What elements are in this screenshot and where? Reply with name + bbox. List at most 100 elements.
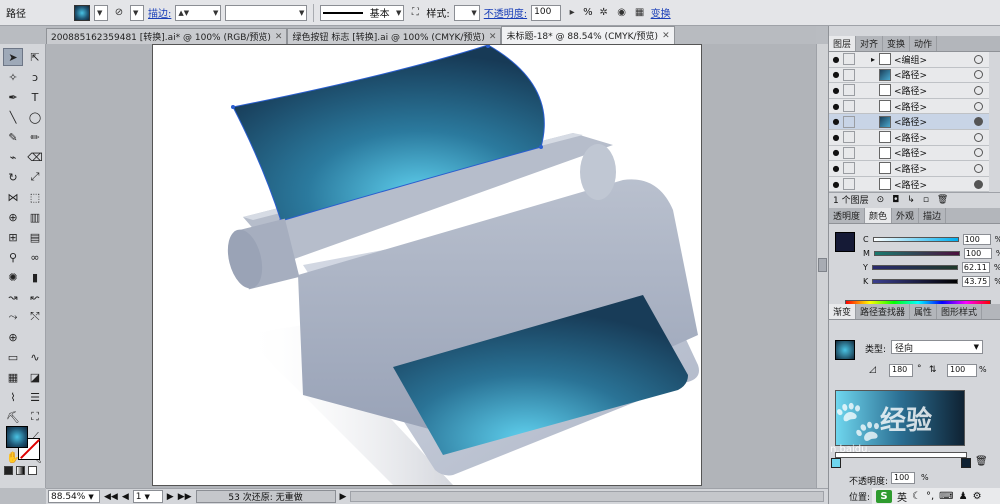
target-icon[interactable] bbox=[974, 163, 983, 173]
ime-logo[interactable]: S bbox=[876, 489, 892, 503]
artboard[interactable] bbox=[152, 44, 702, 486]
tab-document-3[interactable]: 未标题-18* @ 88.54% (CMYK/预览) ✕ bbox=[501, 26, 675, 44]
type-tool-icon[interactable]: T bbox=[25, 88, 45, 106]
stroke-dropdown[interactable]: ▼ bbox=[130, 4, 144, 21]
tab-align[interactable]: 对齐 bbox=[856, 36, 884, 51]
angle-input[interactable]: 180 bbox=[889, 364, 913, 377]
brush-profile-dropdown[interactable]: 基本 ▼ bbox=[320, 4, 405, 21]
vertical-scrollbar[interactable] bbox=[816, 44, 828, 488]
scroll-thumb[interactable] bbox=[818, 258, 827, 272]
black-slider-row[interactable]: K43.75% bbox=[863, 276, 1000, 287]
gradient-tool-icon[interactable]: ▤ bbox=[25, 228, 45, 246]
opacity-link[interactable]: 不透明度: bbox=[484, 5, 527, 20]
cyan-value[interactable]: 100 bbox=[962, 234, 991, 245]
tab-graphic-styles[interactable]: 图形样式 bbox=[937, 304, 983, 319]
keyboard-icon[interactable]: ⌨ bbox=[939, 491, 953, 502]
lock-toggle[interactable] bbox=[843, 68, 855, 81]
fill-swatch-button[interactable] bbox=[74, 4, 90, 21]
prev-page-icon[interactable]: ◀ bbox=[122, 492, 129, 502]
lock-toggle[interactable] bbox=[843, 100, 855, 113]
slice-tool-icon[interactable]: ◪ bbox=[25, 368, 45, 386]
tab-transform[interactable]: 变换 bbox=[883, 36, 911, 51]
cyan-slider-row[interactable]: C100% bbox=[863, 234, 1000, 245]
gradient-type-dropdown[interactable]: 径向 ▼ bbox=[891, 340, 983, 354]
opacity-arrow-icon[interactable]: ▸ bbox=[565, 6, 579, 20]
target-icon[interactable] bbox=[974, 148, 983, 158]
live-paint-selection-icon[interactable]: ⛶ bbox=[25, 408, 45, 426]
fill-stroke-swatches[interactable] bbox=[6, 426, 40, 460]
eye-icon[interactable]: ● bbox=[829, 180, 843, 189]
live-paint-tool-icon[interactable]: ⛏ bbox=[3, 408, 23, 426]
first-page-icon[interactable]: ◀◀ bbox=[104, 492, 118, 502]
perspective-grid-tool-icon[interactable]: ▥ bbox=[25, 208, 45, 226]
tab-attributes[interactable]: 属性 bbox=[910, 304, 938, 319]
eye-icon[interactable]: ● bbox=[829, 148, 843, 157]
tab-layers[interactable]: 图层 bbox=[829, 36, 857, 51]
transform-link[interactable]: 变换 bbox=[651, 5, 671, 20]
variable-width-dropdown[interactable]: ▼ bbox=[225, 4, 308, 21]
tab-pathfinder[interactable]: 路径查找器 bbox=[856, 304, 911, 319]
layer-row-selected[interactable]: ● <路径> bbox=[829, 114, 989, 130]
canvas-area[interactable] bbox=[46, 44, 816, 488]
eye-icon[interactable]: ● bbox=[829, 164, 843, 173]
status-menu-icon[interactable]: ▶ bbox=[340, 492, 347, 502]
lock-toggle[interactable] bbox=[843, 162, 855, 175]
lock-toggle[interactable] bbox=[843, 131, 855, 144]
list-tool-icon[interactable]: ☰ bbox=[25, 388, 45, 406]
pen-tool-icon[interactable]: ✒ bbox=[3, 88, 23, 106]
eye-icon[interactable]: ● bbox=[829, 102, 843, 111]
width-tool-icon[interactable]: ⋈ bbox=[3, 188, 23, 206]
layer-row[interactable]: ● <路径> bbox=[829, 145, 989, 162]
stroke-link[interactable]: 描边: bbox=[148, 5, 171, 20]
shape-builder-tool-icon[interactable]: ⊕ bbox=[3, 208, 23, 226]
free-transform-tool-icon[interactable]: ⬚ bbox=[25, 188, 45, 206]
lock-toggle[interactable] bbox=[843, 178, 855, 191]
eye-icon[interactable]: ● bbox=[829, 117, 843, 126]
eyedropper-tool-icon[interactable]: ⚲ bbox=[3, 248, 23, 266]
style-dropdown[interactable]: ▼ bbox=[453, 4, 480, 21]
next-page-icon[interactable]: ▶ bbox=[167, 492, 174, 502]
layer-row[interactable]: ● <路径> bbox=[829, 176, 989, 193]
scale-tool-icon[interactable]: ⤢ bbox=[25, 168, 45, 186]
target-icon[interactable] bbox=[974, 70, 983, 80]
rotate-tool-icon[interactable]: ↻ bbox=[3, 168, 23, 186]
gradient-stop-right[interactable] bbox=[961, 458, 971, 468]
target-icon[interactable] bbox=[974, 85, 983, 95]
moon-icon[interactable]: ☾ bbox=[912, 491, 921, 502]
symbol-sprayer-tool-icon[interactable]: ✺ bbox=[3, 268, 23, 286]
yellow-value[interactable]: 62.11 bbox=[961, 262, 990, 273]
recolor-icon[interactable]: ✲ bbox=[597, 6, 611, 20]
layer-row[interactable]: ● <路径> bbox=[829, 161, 989, 177]
target-icon[interactable] bbox=[974, 101, 983, 111]
layer-row[interactable]: ● <路径> bbox=[829, 98, 989, 115]
new-layer-icon[interactable]: ▫ bbox=[923, 195, 929, 205]
user-icon[interactable]: ♟ bbox=[959, 491, 968, 502]
tab-stroke[interactable]: 描边 bbox=[919, 208, 947, 223]
gradient-stop-left[interactable] bbox=[831, 458, 841, 468]
selection-tool-icon[interactable]: ➤ bbox=[3, 48, 23, 66]
lasso-tool-icon[interactable]: ↄ bbox=[25, 68, 45, 86]
eye-icon[interactable]: ● bbox=[829, 133, 843, 142]
stroke-none-icon[interactable]: ⊘ bbox=[112, 6, 126, 20]
warp-tool-icon[interactable]: ↝ bbox=[3, 288, 23, 306]
black-value[interactable]: 43.75 bbox=[962, 276, 991, 287]
tab-document-1[interactable]: 20088516235948​1 [转换].ai* @ 100% (RGB/预览… bbox=[46, 28, 288, 44]
tab-actions[interactable]: 动作 bbox=[910, 36, 938, 51]
pucker-tool-icon[interactable]: ⤳ bbox=[3, 308, 23, 326]
stop-opacity-input[interactable]: 100 bbox=[891, 472, 915, 484]
none-mode-button[interactable] bbox=[28, 466, 37, 475]
eraser-tool-icon[interactable]: ⌫ bbox=[25, 148, 45, 166]
tab-appearance[interactable]: 外观 bbox=[892, 208, 920, 223]
delete-icon[interactable]: 🗑︎ bbox=[937, 195, 948, 205]
expand-arrow-icon[interactable]: ▸ bbox=[871, 55, 879, 64]
align-icon[interactable]: ◉ bbox=[615, 6, 629, 20]
zoom-dropdown[interactable]: 88.54% ▼ bbox=[48, 490, 100, 503]
gradient-slider[interactable] bbox=[835, 452, 967, 458]
ellipse-tool-icon[interactable]: ◯ bbox=[25, 108, 45, 126]
make-clip-mask-icon[interactable]: ◘ bbox=[892, 195, 899, 205]
opacity-input[interactable]: 100 bbox=[531, 4, 562, 21]
page-dropdown[interactable]: 1 ▼ bbox=[132, 490, 163, 503]
layer-row[interactable]: ● <路径> bbox=[829, 67, 989, 84]
eye-icon[interactable]: ● bbox=[829, 86, 843, 95]
tab-gradient[interactable]: 渐变 bbox=[829, 304, 857, 319]
